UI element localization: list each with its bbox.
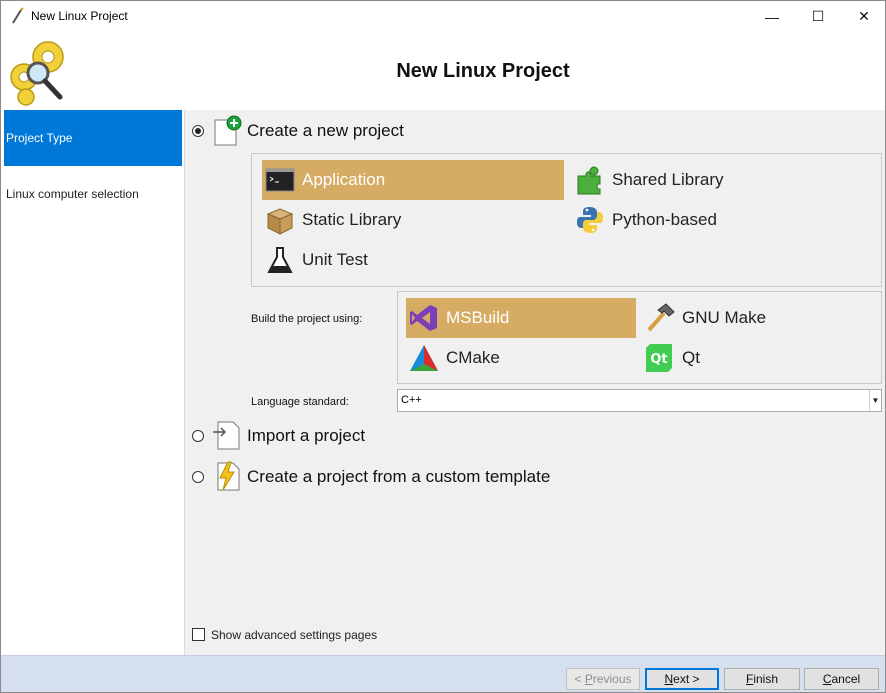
- import-project-label[interactable]: Import a project: [247, 426, 365, 446]
- show-advanced-settings-label[interactable]: Show advanced settings pages: [211, 628, 377, 642]
- box-icon: [266, 208, 294, 235]
- build-system-label-qt: Qt: [682, 348, 700, 367]
- sidebar-item-project-type[interactable]: Project Type: [4, 110, 182, 166]
- console-icon: [265, 168, 295, 192]
- language-standard-select[interactable]: C++ ▼: [397, 389, 882, 412]
- project-type-static-library[interactable]: Static Library: [262, 200, 564, 240]
- show-advanced-settings-checkbox[interactable]: [192, 628, 205, 641]
- page-title: New Linux Project: [396, 60, 570, 82]
- project-type-application[interactable]: Application: [262, 160, 564, 200]
- project-type-label: Python-based: [612, 210, 717, 229]
- wizard-header: New Linux Project: [1, 32, 885, 110]
- wizard-sidebar: Project Type Linux computer selection: [1, 110, 185, 655]
- finish-label-rest: inish: [753, 672, 779, 686]
- title-bar: New Linux Project — ☐ ✕: [1, 1, 885, 32]
- custom-template-label[interactable]: Create a project from a custom template: [247, 467, 550, 487]
- project-type-page: Create a new project Application Shared …: [186, 110, 885, 655]
- import-document-icon: [213, 421, 240, 450]
- previous-prefix: <: [574, 672, 582, 686]
- build-system-msbuild[interactable]: MSBuild: [406, 298, 636, 338]
- minimize-button[interactable]: —: [749, 1, 795, 32]
- wizard-footer: < Previous Next > Finish Cancel: [1, 655, 885, 692]
- flask-icon: [267, 247, 293, 273]
- build-system-label-msbuild: MSBuild: [446, 308, 510, 327]
- previous-label-rest: revious: [592, 672, 632, 686]
- next-label-rest: ext >: [673, 672, 700, 686]
- template-lightning-icon: [217, 461, 240, 491]
- hammer-icon: [647, 303, 675, 332]
- build-system-label: Build the project using:: [251, 313, 363, 325]
- qt-icon: Qt: [646, 344, 672, 372]
- previous-mnemonic: P: [584, 672, 593, 686]
- import-project-radio[interactable]: [192, 430, 204, 442]
- window-title: New Linux Project: [31, 9, 128, 23]
- create-new-project-radio[interactable]: [192, 125, 204, 137]
- project-type-label: Unit Test: [302, 250, 368, 269]
- project-type-label: Application: [302, 170, 386, 189]
- next-button[interactable]: Next >: [645, 668, 719, 690]
- new-document-icon: [214, 115, 242, 146]
- project-type-label: Static Library: [302, 210, 402, 229]
- build-system-list: MSBuild GNU Make CMake Qt Qt: [397, 291, 882, 384]
- wizard-wand-icon: [12, 7, 24, 24]
- project-type-label: Shared Library: [612, 170, 724, 189]
- finish-mnemonic: F: [745, 672, 754, 686]
- project-type-unit-test[interactable]: Unit Test: [262, 240, 564, 280]
- next-mnemonic: N: [664, 672, 674, 686]
- project-type-list: Application Shared Library Static Librar…: [251, 153, 882, 287]
- previous-button[interactable]: < Previous: [566, 668, 640, 690]
- build-system-label-gnu-make: GNU Make: [682, 308, 767, 327]
- python-icon: [577, 207, 603, 233]
- cancel-mnemonic: C: [822, 672, 832, 686]
- svg-text:Qt: Qt: [650, 352, 667, 367]
- visual-studio-icon: [410, 305, 437, 331]
- build-system-gnu-make[interactable]: GNU Make: [642, 298, 872, 338]
- project-type-python-based[interactable]: Python-based: [572, 200, 872, 240]
- cancel-label-rest: ancel: [831, 672, 861, 686]
- maximize-button[interactable]: ☐: [795, 1, 841, 32]
- build-system-cmake[interactable]: CMake: [406, 338, 636, 378]
- project-type-shared-library[interactable]: Shared Library: [572, 160, 872, 200]
- finish-button[interactable]: Finish: [724, 668, 800, 690]
- close-button[interactable]: ✕: [841, 1, 885, 32]
- build-system-qt[interactable]: Qt Qt: [642, 338, 872, 378]
- build-system-label-cmake: CMake: [446, 348, 500, 367]
- cmake-icon: [410, 345, 438, 371]
- sidebar-item-linux-computer-selection[interactable]: Linux computer selection: [4, 166, 182, 222]
- puzzle-icon: [577, 166, 601, 195]
- custom-template-radio[interactable]: [192, 471, 204, 483]
- language-standard-label: Language standard:: [251, 396, 349, 408]
- cancel-button[interactable]: Cancel: [804, 668, 879, 690]
- language-standard-value: C++: [401, 394, 422, 406]
- new-linux-project-window: New Linux Project — ☐ ✕ New Linux Projec…: [0, 0, 886, 693]
- chevron-down-icon[interactable]: ▼: [869, 390, 881, 411]
- create-new-project-label[interactable]: Create a new project: [247, 121, 404, 141]
